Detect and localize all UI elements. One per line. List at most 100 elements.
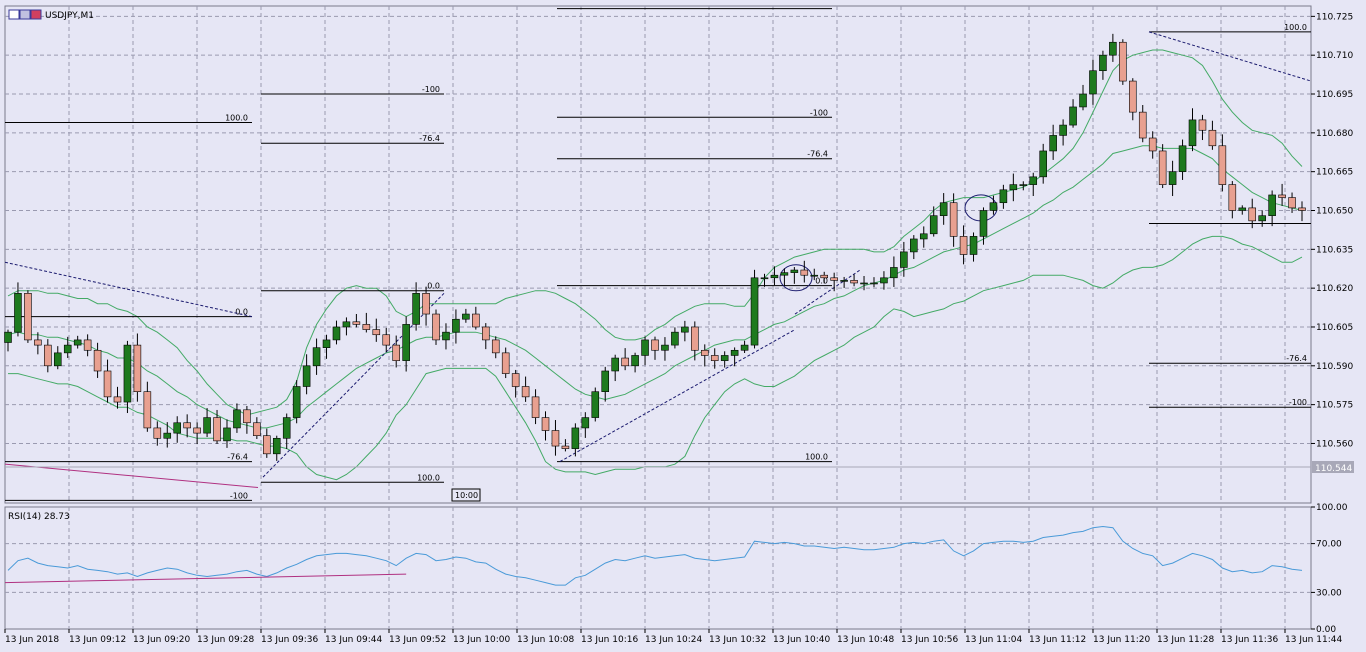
bear-candle <box>24 293 32 341</box>
rsi-label: RSI(14) 28.73 <box>8 512 70 522</box>
chart-title: USDJPY,M1 <box>8 9 94 21</box>
time-tick-label: 13 Jun 10:32 <box>709 635 766 645</box>
bull-candle <box>173 422 181 434</box>
bull-candle <box>591 391 600 418</box>
bear-candle <box>382 334 391 346</box>
bear-candle <box>183 422 191 429</box>
bear-candle <box>113 396 122 403</box>
bear-candle <box>83 339 92 351</box>
bear-candle <box>362 324 371 330</box>
bull-candle <box>123 344 132 403</box>
bull-candle <box>462 313 470 320</box>
bull-candle <box>1099 54 1107 72</box>
time-tick-label: 13 Jun 10:08 <box>517 635 574 645</box>
bull-candle <box>671 331 679 346</box>
fib2-m100-label: -100 <box>422 85 440 94</box>
price-tick-label: 110.560 <box>1316 439 1353 449</box>
bull-candle <box>203 417 211 434</box>
bull-candle <box>730 349 739 356</box>
time-tick-label: 13 Jun 09:52 <box>389 635 446 645</box>
time-tick-label: 13 Jun 09:12 <box>69 635 126 645</box>
bull-candle <box>919 233 928 240</box>
bear-candle <box>820 274 828 279</box>
bull-candle <box>163 432 172 439</box>
bear-candle <box>1119 41 1127 82</box>
bull-candle <box>4 331 12 343</box>
bear-candle <box>253 422 261 436</box>
price-tick-label: 110.575 <box>1316 401 1353 411</box>
fib2-100-label: 100.0 <box>417 473 440 482</box>
bull-candle <box>402 324 410 361</box>
bull-candle <box>412 293 420 325</box>
bull-candle <box>442 331 450 341</box>
bear-candle <box>541 417 550 431</box>
bull-candle <box>452 318 460 333</box>
bull-candle <box>292 386 301 418</box>
bear-candle <box>153 427 162 439</box>
bear-candle <box>372 329 381 336</box>
bull-candle <box>1029 176 1038 185</box>
bull-candle <box>1238 207 1247 211</box>
bull-candle <box>631 355 639 367</box>
bear-candle <box>472 313 480 328</box>
bull-candle <box>1069 106 1077 126</box>
fib4-100-label: 100.0 <box>1284 23 1307 32</box>
price-tick-label: 110.635 <box>1316 245 1353 255</box>
current-price-label: 110.544 <box>1315 464 1352 474</box>
time-tick-label: 13 Jun 10:24 <box>645 635 702 645</box>
bull-candle <box>14 293 22 333</box>
chart-window-icon <box>8 9 20 20</box>
bear-candle <box>521 386 530 398</box>
price-tick-label: 110.665 <box>1316 168 1353 178</box>
bull-candle <box>63 344 72 354</box>
price-tick-label: 110.710 <box>1316 51 1353 61</box>
bear-candle <box>1129 80 1137 113</box>
bear-candle <box>392 344 400 361</box>
rsi-tick-label: 30.00 <box>1316 588 1342 598</box>
bull-candle <box>611 357 619 372</box>
time-tick-label: 13 Jun 10:16 <box>581 635 638 645</box>
bull-candle <box>53 352 62 367</box>
bull-candle <box>332 326 341 341</box>
bear-candle <box>531 396 540 418</box>
fib3-m76-label: -76.4 <box>807 150 828 159</box>
bear-candle <box>143 391 152 429</box>
time-tick-label: 13 Jun 09:36 <box>261 635 318 645</box>
bear-candle <box>551 430 560 447</box>
time-marker: 10:00 <box>451 488 481 502</box>
time-marker-label: 10:00 <box>455 491 478 500</box>
bull-candle <box>880 277 888 284</box>
bear-candle <box>511 373 520 387</box>
symbol-label: USDJPY,M1 <box>45 11 94 21</box>
time-tick-label: 13 Jun 11:12 <box>1029 635 1086 645</box>
bull-candle <box>1109 41 1117 56</box>
bull-candle <box>1079 93 1087 108</box>
chart-window: 100.0 0.0 -76.4 -100 -100 -76.4 0.0 100.0 -100 -7… <box>0 0 1366 648</box>
bull-candle <box>979 210 988 237</box>
bull-candle <box>840 280 848 282</box>
bull-candle <box>302 365 311 387</box>
bear-candle <box>1148 137 1157 152</box>
bear-candle <box>133 344 142 392</box>
time-tick-label: 13 Jun 11:04 <box>965 635 1022 645</box>
bull-candle <box>282 417 291 439</box>
bull-candle <box>810 274 819 277</box>
bear-candle <box>482 326 490 341</box>
fib1-m76-label: -76.4 <box>227 453 248 462</box>
bear-candle <box>44 344 52 367</box>
bull-candle <box>1009 184 1018 191</box>
bull-candle <box>1049 135 1057 152</box>
fib1-100-label: 100.0 <box>225 113 248 122</box>
time-tick-label: 13 Jun 11:36 <box>1221 635 1278 645</box>
bull-candle <box>601 370 610 392</box>
bear-candle <box>651 339 659 351</box>
time-tick-label: 13 Jun 11:44 <box>1285 635 1342 645</box>
bear-candle <box>691 326 699 351</box>
bull-candle <box>1258 215 1266 222</box>
price-tick-label: 110.650 <box>1316 206 1353 216</box>
bear-candle <box>700 349 709 356</box>
fib3-100-label: 100.0 <box>805 453 828 462</box>
bear-candle <box>1158 150 1167 185</box>
bull-candle <box>900 251 908 268</box>
bull-candle <box>790 269 799 273</box>
